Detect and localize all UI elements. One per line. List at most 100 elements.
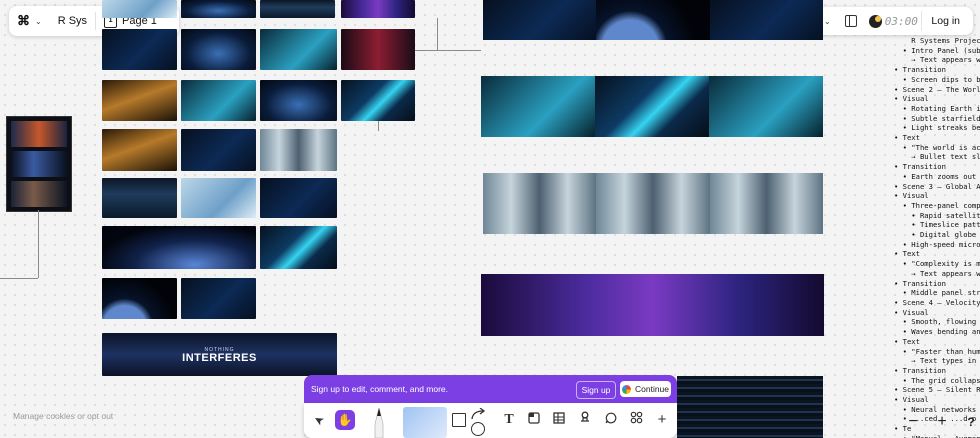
continue-google-button[interactable]: Continue bbox=[620, 381, 671, 397]
scene-strip[interactable] bbox=[677, 376, 823, 438]
image-thumbnail[interactable]: NOTHING INTERFERES bbox=[102, 333, 337, 376]
image-thumbnail[interactable] bbox=[102, 29, 177, 70]
shape-tool-icon[interactable] bbox=[452, 413, 466, 427]
file-name: R Sys bbox=[57, 15, 88, 27]
image-thumbnail[interactable] bbox=[181, 278, 256, 319]
scene-strip[interactable] bbox=[483, 0, 823, 40]
script-line: • High-speed microsec bbox=[902, 239, 980, 249]
strip-frame bbox=[709, 173, 823, 234]
image-thumbnail[interactable] bbox=[181, 29, 256, 70]
image-thumbnail[interactable] bbox=[341, 80, 415, 121]
scene-strip[interactable] bbox=[481, 76, 823, 137]
signup-banner: Sign up to edit, comment, and more. Sign… bbox=[304, 375, 677, 403]
image-thumbnail[interactable] bbox=[260, 29, 337, 70]
figjam-logo-icon: ⌘ bbox=[17, 13, 30, 28]
script-line: • Intro Panel (subtit bbox=[902, 45, 980, 55]
timer-icon bbox=[868, 14, 882, 28]
strip-frame bbox=[677, 376, 823, 438]
image-thumbnail[interactable] bbox=[181, 80, 256, 121]
script-line: • Scene 5 – Silent Revo bbox=[894, 385, 980, 395]
script-text-panel[interactable]: R Systems Projectio • Intro Panel (subti… bbox=[894, 36, 980, 438]
manage-cookies-link[interactable]: Manage cookies or opt out bbox=[13, 411, 113, 421]
script-line: • Waves bending and f bbox=[902, 327, 980, 337]
strip-frame bbox=[481, 274, 824, 336]
comment-tool-icon[interactable] bbox=[602, 411, 620, 429]
main-menu-button[interactable]: ⌘ ⌄ bbox=[9, 6, 50, 36]
image-thumbnail[interactable] bbox=[341, 29, 415, 70]
section-tool-icon[interactable] bbox=[525, 411, 543, 429]
pen-tool-icon[interactable] bbox=[371, 406, 387, 438]
script-line: • The grid collapses bbox=[894, 375, 980, 385]
image-thumbnail[interactable] bbox=[102, 129, 177, 171]
script-line: • Screen dips to blac bbox=[902, 74, 980, 84]
tool-bar: ➤ ✋ T + bbox=[304, 403, 677, 438]
image-thumbnail[interactable] bbox=[260, 80, 337, 121]
script-line: • "Complexity is mult bbox=[902, 259, 980, 269]
signup-message: Sign up to edit, comment, and more. bbox=[311, 384, 449, 394]
scene-strip[interactable] bbox=[483, 173, 823, 234]
script-line: • "Manual → Augmente bbox=[894, 434, 980, 438]
zoom-in-button[interactable]: + bbox=[934, 414, 950, 430]
script-line: • Text bbox=[894, 336, 920, 346]
script-line: • Visual bbox=[894, 395, 929, 405]
script-line: • Timeslice pattern bbox=[911, 220, 980, 230]
script-line: • Middle panel stretc bbox=[902, 288, 980, 298]
sticky-note-tool-icon[interactable] bbox=[403, 407, 447, 438]
strip-frame bbox=[483, 0, 597, 40]
file-name-button[interactable]: R Sys bbox=[50, 6, 95, 36]
more-tools-icon[interactable]: + bbox=[653, 411, 671, 429]
text-tool-icon[interactable]: T bbox=[500, 411, 518, 429]
image-thumbnail[interactable] bbox=[102, 278, 177, 319]
script-line: • Transition bbox=[894, 278, 946, 288]
image-thumbnail[interactable] bbox=[260, 226, 337, 269]
chevron-down-icon[interactable]: ⌄ bbox=[824, 17, 831, 26]
table-tool-icon[interactable] bbox=[550, 411, 568, 429]
image-thumbnail[interactable] bbox=[102, 178, 177, 218]
storyboard-thumbnail[interactable] bbox=[6, 116, 72, 212]
image-thumbnail[interactable] bbox=[102, 226, 256, 269]
strip-frame bbox=[596, 173, 710, 234]
timer-value: 03:00 bbox=[884, 14, 918, 28]
continue-label: Continue bbox=[634, 384, 670, 394]
script-line: • Subtle starfield in bbox=[902, 113, 980, 123]
image-thumbnail[interactable] bbox=[181, 178, 256, 218]
image-thumbnail[interactable] bbox=[102, 0, 177, 18]
widgets-tool-icon[interactable] bbox=[627, 411, 645, 429]
script-line: • Visual bbox=[894, 191, 929, 201]
login-button[interactable]: Log in bbox=[921, 11, 969, 31]
image-thumbnail[interactable] bbox=[341, 0, 415, 18]
select-tool-icon[interactable]: ➤ bbox=[307, 408, 332, 433]
script-line: • Text bbox=[894, 133, 920, 143]
sidebar-layout-icon[interactable] bbox=[844, 15, 857, 27]
zoom-controls: − + ? bbox=[905, 414, 979, 430]
connector-line bbox=[415, 50, 481, 51]
scene-strip[interactable] bbox=[481, 274, 824, 336]
zoom-out-button[interactable]: − bbox=[905, 414, 921, 430]
image-thumbnail[interactable] bbox=[260, 0, 335, 18]
stamp-tool-icon[interactable] bbox=[576, 411, 594, 429]
script-line: • Transition bbox=[894, 65, 946, 75]
image-thumbnail[interactable] bbox=[102, 80, 177, 121]
script-line: • Rotating Earth in s bbox=[902, 103, 980, 113]
strip-frame bbox=[481, 76, 595, 137]
script-line: • Scene 2 – The World A bbox=[894, 84, 980, 94]
timer-widget[interactable]: 03:00 bbox=[868, 14, 918, 28]
hand-tool-icon[interactable]: ✋ bbox=[335, 410, 355, 430]
strip-frame bbox=[596, 0, 710, 40]
image-thumbnail[interactable] bbox=[260, 129, 337, 171]
script-line: • "The world is accel bbox=[902, 142, 980, 152]
help-button[interactable]: ? bbox=[963, 414, 979, 430]
storyboard-frame bbox=[11, 181, 67, 207]
image-thumbnail[interactable] bbox=[181, 0, 256, 18]
script-line: • Transition bbox=[894, 365, 946, 375]
connector-tool-icon[interactable] bbox=[470, 408, 486, 420]
shape-tool-circle-icon[interactable] bbox=[471, 422, 485, 436]
image-thumbnail[interactable] bbox=[260, 178, 337, 218]
image-thumbnail[interactable] bbox=[181, 129, 256, 171]
script-line: → Text appears wit bbox=[894, 268, 980, 278]
storyboard-frame bbox=[11, 121, 67, 147]
script-line: • Scene 3 – Global Acce bbox=[894, 181, 980, 191]
script-line: → Text appears wit bbox=[894, 55, 980, 65]
signup-button[interactable]: Sign up bbox=[576, 381, 616, 399]
strip-frame bbox=[709, 76, 823, 137]
